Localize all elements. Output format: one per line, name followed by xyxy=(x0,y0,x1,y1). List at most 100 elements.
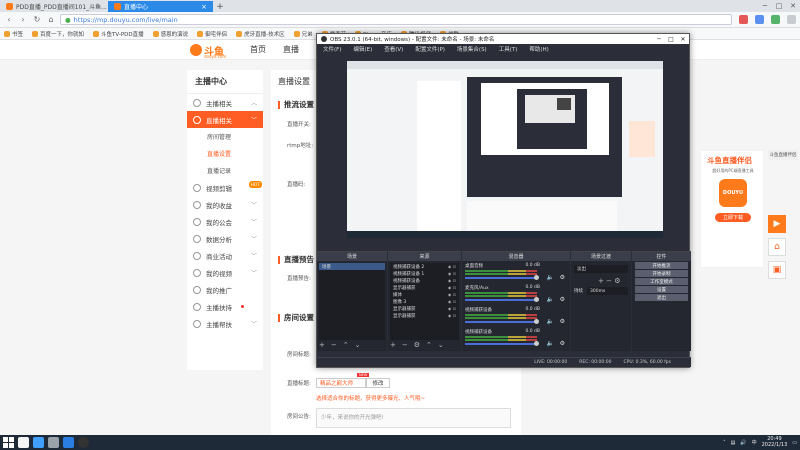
gear-icon[interactable]: ⚙ xyxy=(560,274,565,281)
sidebar-sub-room-manage[interactable]: 房间管理 xyxy=(187,128,263,145)
minimize-icon[interactable]: ─ xyxy=(758,0,772,12)
bookmark-item[interactable]: 百度一下，你就知 xyxy=(32,30,84,38)
home-float-icon[interactable]: ⌂ xyxy=(768,238,786,256)
obs-taskbar-icon[interactable] xyxy=(78,437,89,448)
close-window-icon[interactable]: ✕ xyxy=(786,0,800,12)
play-float-icon[interactable]: ▶ xyxy=(768,215,786,233)
tab-anchor-center[interactable]: 直播中心 × xyxy=(108,1,213,12)
back-icon[interactable]: ‹ xyxy=(4,15,14,25)
move-down-icon[interactable]: ⌄ xyxy=(355,341,361,349)
gear-icon[interactable]: ⚙ xyxy=(560,296,565,303)
bookmark-item[interactable]: 感恩的演说 xyxy=(153,30,189,38)
source-item[interactable]: 视频捕获设备 2 ◉ ⊡ xyxy=(390,263,459,270)
menu-tools[interactable]: 工具(T) xyxy=(499,45,518,53)
speaker-icon[interactable]: 🔈 xyxy=(547,296,554,303)
scene-item[interactable]: 场景 xyxy=(319,263,385,270)
source-item[interactable]: 显示器捕获 ◉ ⊡ xyxy=(390,305,459,312)
bookmark-item[interactable]: 虎牙直播-技术区 xyxy=(236,30,285,38)
menu-help[interactable]: 帮助(H) xyxy=(529,45,548,53)
remove-icon[interactable]: − xyxy=(402,341,408,349)
remove-icon[interactable]: − xyxy=(331,341,337,349)
sidebar-item-support[interactable]: 主播扶持 xyxy=(187,298,263,315)
eye-lock-icon[interactable]: ◉ ⊡ xyxy=(448,313,456,318)
add-icon[interactable]: + xyxy=(390,341,396,349)
browser-icon[interactable] xyxy=(33,437,44,448)
speaker-icon[interactable]: 🔈 xyxy=(547,340,554,347)
chevron-up-icon[interactable]: ˄ xyxy=(723,440,726,446)
sidebar-item-promotion[interactable]: 我的推广 xyxy=(187,281,263,298)
bookmark-item[interactable]: 斗鱼TV-PDD直播 xyxy=(93,30,144,38)
url-input[interactable]: ● https://mp.douyu.com/live/main xyxy=(60,14,732,25)
eye-lock-icon[interactable]: ◉ ⊡ xyxy=(448,292,456,297)
gear-icon[interactable]: ⚙ xyxy=(560,318,565,325)
exit-button[interactable]: 退出 xyxy=(635,294,688,301)
menu-view[interactable]: 查看(V) xyxy=(384,45,403,53)
input-method[interactable]: 中 xyxy=(752,439,757,446)
volume-slider[interactable] xyxy=(465,297,539,302)
browser-active-icon[interactable] xyxy=(63,437,74,448)
gear-icon[interactable]: ⚙ xyxy=(414,341,420,349)
scenes-list[interactable]: 场景 xyxy=(319,263,385,340)
studio-mode-button[interactable]: 工作室模式 xyxy=(635,278,688,285)
volume-slider[interactable] xyxy=(465,275,539,280)
menu-icon[interactable] xyxy=(787,15,796,24)
source-item[interactable]: 视频捕获设备 1 ◉ ⊡ xyxy=(390,270,459,277)
gear-icon[interactable]: ⚙ xyxy=(560,340,565,347)
network-icon[interactable]: ▤ xyxy=(731,440,736,446)
eye-lock-icon[interactable]: ◉ ⊡ xyxy=(448,264,456,269)
minimize-icon[interactable]: ─ xyxy=(653,36,665,43)
source-item[interactable]: 图像 3 ◉ ⊡ xyxy=(390,298,459,305)
sidebar-item-live[interactable]: 直播相关 ﹀ xyxy=(187,111,263,128)
duration-input[interactable]: 300ms xyxy=(587,287,628,295)
companion-tag[interactable]: 斗鱼直播伴侣 xyxy=(768,150,798,160)
add-icon[interactable]: + xyxy=(319,341,325,349)
close-tab-icon[interactable]: × xyxy=(201,3,207,11)
sidebar-item-analytics[interactable]: 数据分析 ﹀ xyxy=(187,230,263,247)
obs-preview-canvas[interactable] xyxy=(347,61,663,238)
room-title-input[interactable]: NEW 精品之巅大师 xyxy=(316,373,370,388)
menu-profile[interactable]: 配置文件(P) xyxy=(415,45,445,53)
sidebar-item-income[interactable]: 我的收益 ﹀ xyxy=(187,196,263,213)
close-window-icon[interactable]: ✕ xyxy=(677,36,689,43)
gear-icon[interactable]: ⚙ xyxy=(614,277,620,285)
douyu-logo[interactable]: 斗鱼 douyu.com xyxy=(190,43,226,59)
sidebar-item-help[interactable]: 主播帮扶 ﹀ xyxy=(187,315,263,332)
sidebar-item-business[interactable]: 商业活动 ﹀ xyxy=(187,247,263,264)
nav-home[interactable]: 首页 xyxy=(250,44,266,55)
screen-float-icon[interactable]: ▣ xyxy=(768,261,786,279)
home-icon[interactable]: ⌂ xyxy=(46,15,56,25)
maximize-icon[interactable]: □ xyxy=(665,36,677,43)
new-tab-button[interactable]: + xyxy=(213,2,227,12)
source-item[interactable]: 媒体 ◉ ⊡ xyxy=(390,291,459,298)
move-up-icon[interactable]: ⌃ xyxy=(426,341,432,349)
move-down-icon[interactable]: ⌄ xyxy=(438,341,444,349)
forward-icon[interactable]: › xyxy=(18,15,28,25)
source-item[interactable]: 显示器捕获 ◉ ⊡ xyxy=(390,312,459,319)
remove-icon[interactable]: − xyxy=(606,277,612,285)
bookmark-item[interactable]: 兄弟 xyxy=(294,30,313,38)
source-item[interactable]: 显示器捕获 ◉ ⊡ xyxy=(390,284,459,291)
extension-icon[interactable] xyxy=(771,15,780,24)
volume-slider[interactable] xyxy=(465,341,539,346)
source-item[interactable]: 视频捕获设备 ◉ ⊡ xyxy=(390,277,459,284)
move-up-icon[interactable]: ⌃ xyxy=(343,341,349,349)
start-streaming-button[interactable]: 开始推流 xyxy=(635,262,688,269)
volume-icon[interactable]: 🔊 xyxy=(740,440,746,446)
modify-button[interactable]: 修改 xyxy=(366,378,390,388)
refresh-icon[interactable]: ↻ xyxy=(32,15,42,25)
clock[interactable]: 20:49 2022/1/13 xyxy=(762,436,788,448)
tab-pdd-live[interactable]: PDD直播_PDD直播间101_斗鱼... × xyxy=(0,1,108,12)
volume-slider[interactable] xyxy=(465,319,539,324)
sources-list[interactable]: 视频捕获设备 2 ◉ ⊡ 视频捕获设备 1 ◉ ⊡ 视频捕获设备 ◉ ⊡ 显示器捕获 ◉… xyxy=(390,263,459,340)
sidebar-item-my-videos[interactable]: 我的视频 ﹀ xyxy=(187,264,263,281)
transition-select[interactable]: 淡出 xyxy=(574,265,628,273)
speaker-icon[interactable]: 🔈 xyxy=(547,274,554,281)
bookmark-item[interactable]: 御宅伴侣 xyxy=(197,30,227,38)
room-notice-textarea[interactable]: 少年，来说你的开光弹吧! xyxy=(316,408,511,428)
add-icon[interactable]: + xyxy=(598,277,604,285)
download-button[interactable]: 立即下载 xyxy=(715,213,751,222)
windows-start-icon[interactable] xyxy=(3,437,14,448)
sidebar-item-video-edit[interactable]: 视频剪辑 HOT xyxy=(187,179,263,196)
qq-icon[interactable] xyxy=(18,437,29,448)
eye-lock-icon[interactable]: ◉ ⊡ xyxy=(448,285,456,290)
